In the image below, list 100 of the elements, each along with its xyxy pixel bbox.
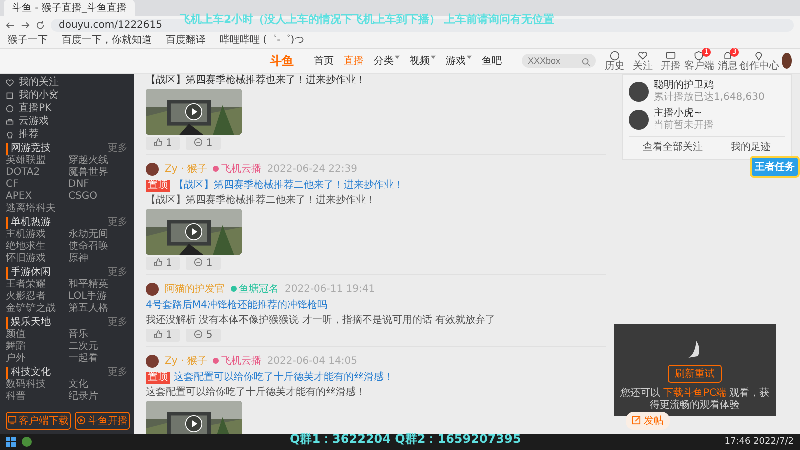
retry-button[interactable]: 刷新重试 [668,365,722,383]
header-icon-label[interactable]: 历史 [605,60,625,72]
go-live-button[interactable]: 斗鱼开播 [75,412,130,430]
post-date: 2022-06-04 14:05 [267,356,358,366]
streamer-avatar[interactable] [629,110,649,130]
category-link[interactable]: 怀旧游戏 [6,253,66,265]
forward-icon[interactable] [21,20,30,30]
search-field[interactable]: XXXbox [522,54,596,68]
screen-icon[interactable] [666,50,676,60]
streamer-name[interactable]: 主播小虎~ [654,108,714,120]
header-icon-label[interactable]: 创作中心 [739,60,780,72]
clock-icon[interactable] [610,50,620,60]
taskbar-clock[interactable]: 17:46 2022/7/2 [724,437,794,447]
nav-tab[interactable]: 直播 [344,54,364,68]
category-link[interactable]: LOL手游 [68,291,128,303]
post-text: 【战区】第四赛季枪械推荐二他来了！进来抄作业！ [146,194,377,207]
more-link[interactable]: 更多 [108,267,128,279]
streamer-avatar[interactable] [629,82,649,102]
task-badge[interactable]: 王者任务 [750,156,800,178]
more-link[interactable]: 更多 [108,317,128,329]
author-avatar[interactable] [146,282,159,296]
category-link[interactable]: CSGO [68,191,128,203]
nav-tab[interactable]: 首页 [314,54,334,68]
category-link[interactable]: 火影忍者 [6,291,66,303]
category-link[interactable]: DOTA2 [6,167,66,179]
post-title[interactable]: 【战区】第四赛季枪械推荐也来了！进来抄作业！ [146,74,366,87]
streamer-name[interactable]: 聪明的护卫鸡 [654,80,765,92]
bookmark-link[interactable]: 百度翻译 [166,34,206,48]
header-icon-label[interactable]: 关注 [633,60,653,72]
sidebar-item[interactable]: 推荐 [19,128,39,140]
category-link[interactable]: 第五人格 [68,303,128,315]
like-button[interactable]: 1 [146,329,180,342]
card-link[interactable]: 查看全部关注 [643,140,703,154]
category-link[interactable]: 和平精英 [68,279,128,291]
header-icon-label[interactable]: 开播 [661,60,681,72]
header-icon-label[interactable]: 客户端 [684,60,714,72]
author-avatar[interactable] [146,162,159,176]
category-link[interactable]: CF [6,179,66,191]
nav-tab[interactable]: 分类 [374,54,400,68]
category-link[interactable]: DNF [68,179,128,191]
category-link[interactable]: 原神 [68,253,128,265]
post-tag: 置顶 [146,372,170,384]
author-avatar[interactable] [146,354,159,368]
bookmark-link[interactable]: 百度一下，你就知道 [62,34,152,48]
like-button[interactable]: 1 [146,137,180,150]
comment-button[interactable]: 1 [186,257,221,270]
heart-icon[interactable] [638,50,648,60]
more-link[interactable]: 更多 [108,217,128,229]
bookmark-link[interactable]: 猴子一下 [8,34,48,48]
category-link[interactable]: 二次元 [68,341,128,353]
publish-button[interactable]: 发帖 [626,412,670,430]
post-title[interactable]: 【战区】第四赛季枪械推荐二他来了！进来抄作业！ [174,179,404,192]
comment-icon [194,258,204,267]
site-logo[interactable]: 斗鱼 [270,52,294,70]
play-button[interactable] [185,103,203,121]
category-link[interactable]: 一起看 [68,353,128,365]
fan-club-name: 飞机云播 [213,162,262,176]
category-link[interactable]: APEX [6,191,66,203]
browser-icon[interactable] [22,437,32,447]
search-icon[interactable] [582,58,591,67]
comment-button[interactable]: 1 [186,137,221,150]
start-icon[interactable] [6,437,16,447]
pin-icon[interactable] [754,50,764,60]
nav-tab[interactable]: 鱼吧 [482,54,502,68]
user-avatar[interactable] [782,53,792,69]
reload-icon[interactable] [36,20,45,30]
category-link[interactable]: 绝地求生 [6,241,66,253]
nav-tab[interactable]: 视频 [410,54,436,68]
browser-tab[interactable]: 斗鱼 - 猴子直播_斗鱼直播 [4,0,135,16]
post-title[interactable]: 4号套路后M4冲锋枪还能推荐的冲锋枪吗 [146,299,328,312]
comment-button[interactable]: 5 [186,329,221,342]
card-link[interactable]: 我的足迹 [731,140,771,154]
shield-icon[interactable] [694,50,704,60]
play-button[interactable] [185,415,203,433]
sidebar-item[interactable]: 直播PK [19,102,52,114]
post-title[interactable]: 这套配置可以给你吃了十斤德芙才能有的丝滑感！ [174,371,394,384]
category-link[interactable]: 英雄联盟 [6,155,66,167]
bell-icon[interactable] [722,50,733,60]
category-link[interactable]: 数码科技 [6,379,66,391]
post-date: 2022-06-24 22:39 [267,164,358,174]
bulb-icon [6,130,14,138]
category-link[interactable]: 王者荣耀 [6,279,66,291]
bookmark-link[interactable]: 哔哩哔哩 (゜-゜)つ [220,34,305,48]
download-link[interactable]: 下载斗鱼PC端 [663,388,726,399]
sidebar-item[interactable]: 云游戏 [19,116,49,128]
back-icon[interactable] [6,20,15,30]
category-link[interactable]: 使命召唤 [68,241,128,253]
category-link[interactable]: 舞蹈 [6,341,66,353]
like-button[interactable]: 1 [146,257,180,270]
header-icon-label[interactable]: 消息 [718,60,738,72]
post-text: 这套配置可以给你吃了十斤德芙才能有的丝滑感！ [146,386,367,399]
category-link[interactable]: 纪录片 [68,391,128,403]
nav-tab[interactable]: 游戏 [446,54,472,68]
sidebar-item[interactable]: 我的关注 [19,76,59,88]
more-link[interactable]: 更多 [108,143,128,155]
sidebar-item[interactable]: 我的小窝 [19,90,59,102]
play-button[interactable] [185,223,203,241]
download-button[interactable]: 客户端下载 [6,412,71,430]
more-link[interactable]: 更多 [108,367,128,379]
post-text: 我还没解析 没有本体不像护猴猴说 才一听，指摘不是说可用的话 有效就放弃了 [146,314,497,327]
